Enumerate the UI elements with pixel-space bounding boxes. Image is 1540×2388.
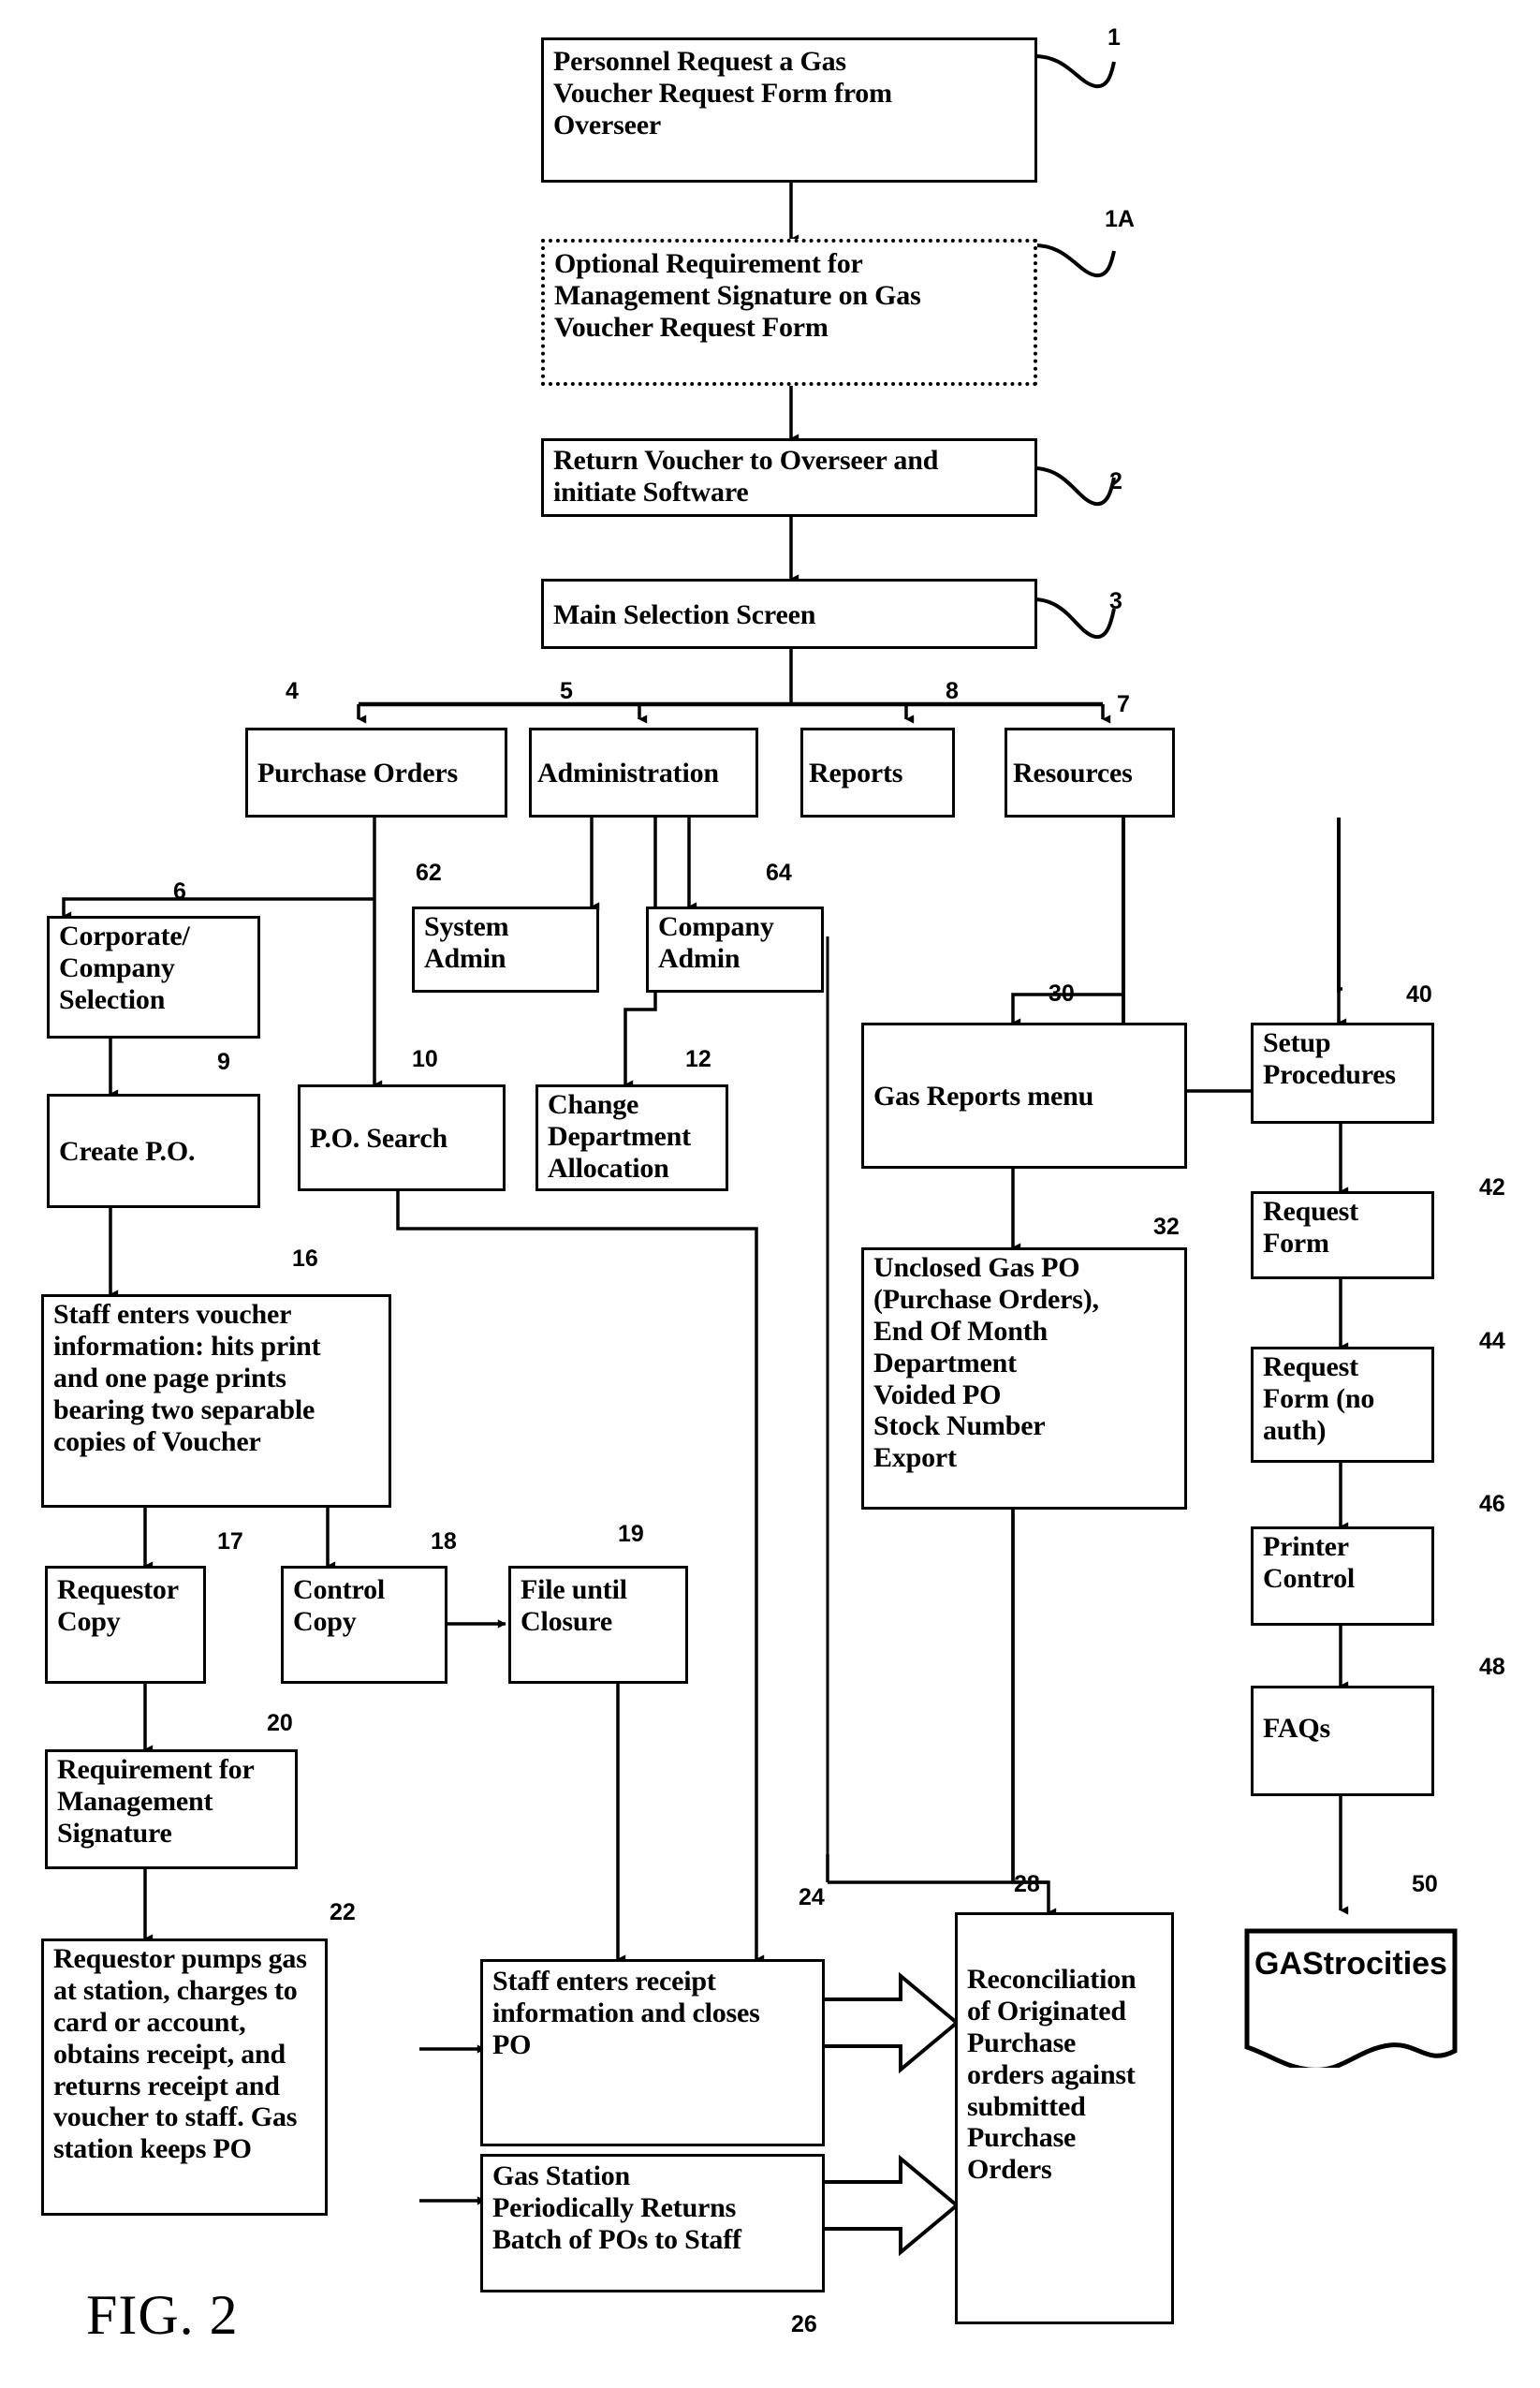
ref-28: 28 [1014, 1871, 1040, 1897]
ref-64: 64 [766, 860, 792, 886]
node-personnel-request: Personnel Request a Gas Voucher Request … [541, 37, 1037, 183]
figure-canvas: Personnel Request a Gas Voucher Request … [0, 0, 1540, 2388]
ref-5: 5 [560, 678, 573, 704]
node-purchase-orders: Purchase Orders [245, 728, 507, 818]
ref-24: 24 [799, 1884, 825, 1910]
node-printer-control: Printer Control [1251, 1526, 1434, 1626]
ref-20: 20 [267, 1710, 293, 1736]
ref-42: 42 [1479, 1174, 1505, 1201]
ref-3: 3 [1109, 588, 1122, 614]
ref-32: 32 [1153, 1214, 1180, 1240]
node-main-selection: Main Selection Screen [541, 579, 1037, 649]
node-administration: Administration [529, 728, 758, 818]
node-request-form-noauth: Request Form (no auth) [1251, 1347, 1434, 1463]
node-requestor-pumps-gas: Requestor pumps gas at station, charges … [41, 1938, 328, 2216]
ref-50: 50 [1412, 1871, 1438, 1897]
ref-18: 18 [431, 1528, 457, 1555]
node-requestor-copy: Requestor Copy [45, 1566, 206, 1684]
ref-22: 22 [330, 1899, 356, 1925]
node-gastrocities: GAStrocities [1243, 1910, 1459, 2072]
ref-9: 9 [217, 1049, 230, 1075]
node-unclosed-gas-po: Unclosed Gas PO (Purchase Orders), End O… [861, 1247, 1187, 1510]
node-create-po: Create P.O. [47, 1094, 260, 1208]
ref-6: 6 [173, 878, 186, 905]
ref-19: 19 [618, 1521, 644, 1547]
node-return-voucher: Return Voucher to Overseer and initiate … [541, 438, 1037, 517]
ref-4: 4 [286, 678, 299, 704]
node-file-until-closure: File until Closure [508, 1566, 688, 1684]
node-control-copy: Control Copy [281, 1566, 447, 1684]
node-gas-station-returns: Gas Station Periodically Returns Batch o… [480, 2154, 825, 2292]
ref-40: 40 [1406, 981, 1432, 1008]
ref-8: 8 [946, 678, 959, 704]
ref-12: 12 [685, 1046, 711, 1072]
node-setup-procedures: Setup Procedures [1251, 1023, 1434, 1124]
ref-26: 26 [791, 2311, 817, 2337]
node-po-search: P.O. Search [298, 1084, 506, 1191]
node-request-form: Request Form [1251, 1191, 1434, 1279]
node-reconciliation: Reconciliation of Originated Purchase or… [955, 1912, 1174, 2324]
node-faqs: FAQs [1251, 1686, 1434, 1796]
ref-62: 62 [416, 860, 442, 886]
ref-44: 44 [1479, 1328, 1505, 1354]
node-corporate-selection: Corporate/ Company Selection [47, 916, 260, 1039]
ref-1A: 1A [1105, 206, 1135, 232]
ref-7: 7 [1117, 691, 1130, 717]
ref-30: 30 [1049, 980, 1075, 1007]
node-change-dept-allocation: Change Department Allocation [535, 1084, 728, 1191]
node-staff-enters-receipt: Staff enters receipt information and clo… [480, 1959, 825, 2146]
node-optional-signature: Optional Requirement for Management Sign… [541, 239, 1037, 386]
ref-2: 2 [1109, 468, 1122, 494]
node-system-admin: System Admin [412, 907, 599, 993]
node-company-admin: Company Admin [646, 907, 824, 993]
node-requirement-mgmt-signature: Requirement for Management Signature [45, 1749, 298, 1869]
ref-16: 16 [292, 1246, 318, 1272]
ref-1: 1 [1107, 24, 1121, 51]
node-staff-enters-voucher: Staff enters voucher information: hits p… [41, 1294, 391, 1508]
ref-10: 10 [412, 1046, 438, 1072]
node-resources: Resources [1005, 728, 1175, 818]
ref-46: 46 [1479, 1491, 1505, 1517]
node-gastrocities-label: GAStrocities [1254, 1946, 1447, 1982]
figure-label: FIG. 2 [86, 2284, 239, 2346]
ref-48: 48 [1479, 1654, 1505, 1680]
ref-17: 17 [217, 1528, 243, 1555]
node-gas-reports-menu: Gas Reports menu [861, 1023, 1187, 1169]
node-reports: Reports [800, 728, 955, 818]
